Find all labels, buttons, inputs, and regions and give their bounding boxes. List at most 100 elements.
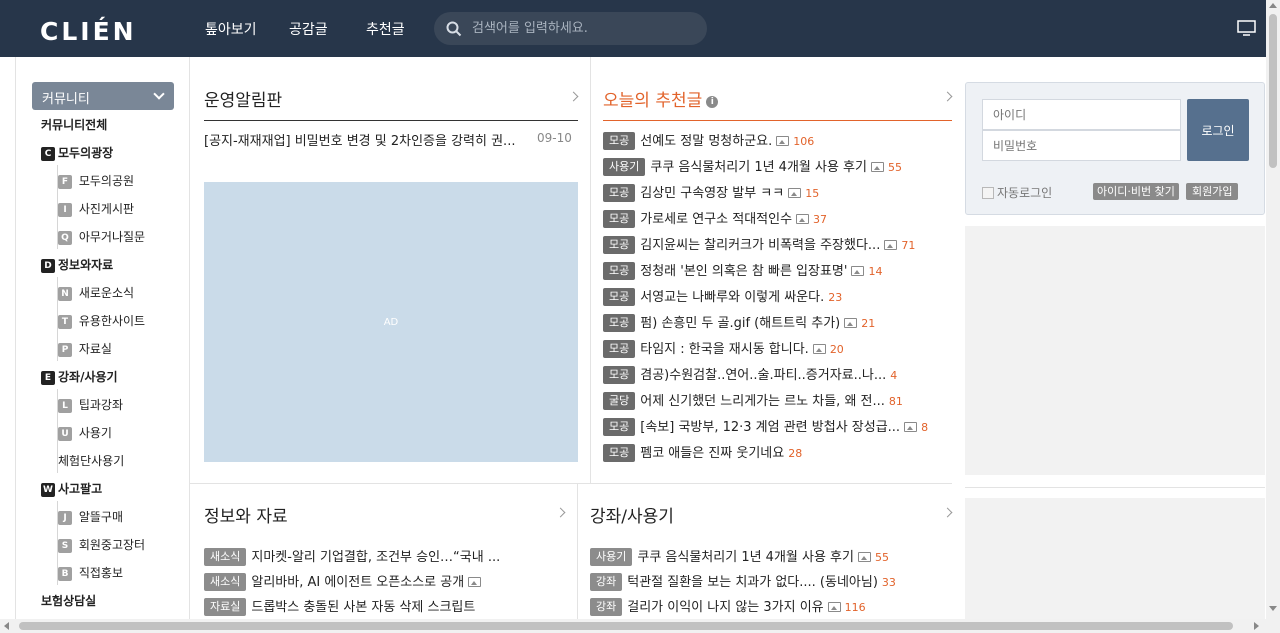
sidebar-item-experience[interactable]: 체험단사용기: [58, 452, 124, 469]
scrollbar-thumb[interactable]: [19, 622, 1233, 630]
auto-login-checkbox[interactable]: 자동로그인: [982, 184, 1052, 201]
sidebar-item-promo[interactable]: B 직접홍보: [58, 564, 123, 581]
category-tag: 모공: [603, 288, 636, 306]
list-item[interactable]: 모공 펨코 애들은 진짜 웃기네요 28: [603, 442, 802, 462]
comment-count: 23: [828, 291, 843, 304]
list-item[interactable]: 모공 김상민 구속영장 발부 ㅋㅋ 15: [603, 182, 819, 202]
sidebar-item-tips[interactable]: L 팁과강좌: [58, 396, 123, 413]
monitor-icon[interactable]: [1237, 20, 1256, 36]
sidebar-heading[interactable]: 커뮤니티: [32, 82, 174, 110]
list-item[interactable]: 강좌 턱관절 질환을 보는 치과가 없다.... (동네아님) 33: [590, 571, 896, 591]
sidebar-item-community-all[interactable]: 커뮤니티전체: [41, 116, 107, 133]
divider: [965, 487, 1265, 488]
list-item[interactable]: 자료실 드롭박스 충돌된 사본 자동 삭제 스크립트: [204, 596, 475, 616]
list-item[interactable]: 사용기 쿠쿠 음식물처리기 1년 4개월 사용 후기 55: [590, 546, 889, 566]
list-item[interactable]: 강좌 걸리가 이익이 나지 않는 3가지 이유 116: [590, 596, 866, 616]
comment-count: 33: [881, 576, 896, 589]
id-input[interactable]: [982, 99, 1181, 130]
post-title: 타임지 : 한국을 재시동 합니다.: [640, 342, 809, 357]
side-placeholder: [965, 226, 1265, 475]
image-icon: [827, 602, 841, 612]
scroll-right-icon[interactable]: [1254, 622, 1259, 630]
signup-button[interactable]: 회원가입: [1186, 183, 1239, 200]
checkbox-icon[interactable]: [982, 187, 994, 199]
search-icon[interactable]: [446, 21, 462, 37]
scroll-down-icon[interactable]: [1269, 606, 1277, 611]
notice-date: 09-10: [537, 131, 572, 145]
comment-count: 55: [874, 551, 889, 564]
review-section-title[interactable]: 강좌/사용기: [590, 502, 674, 527]
scroll-up-icon[interactable]: [1269, 3, 1277, 8]
category-tag: 모공: [603, 418, 636, 436]
list-item[interactable]: 모공 겸공)수원검찰..연어..술.파티..증거자료..나... 4: [603, 364, 897, 384]
list-item[interactable]: 사용기 쿠쿠 음식물처리기 1년 4개월 사용 후기 55: [603, 156, 902, 176]
horizontal-scrollbar[interactable]: [0, 619, 1266, 633]
divider: [190, 483, 952, 484]
nav-empathy[interactable]: 공감글: [289, 19, 328, 39]
category-tag: 모공: [603, 444, 636, 462]
image-icon: [851, 266, 865, 276]
image-icon: [796, 214, 810, 224]
post-title: 가로세로 연구소 적대적인수: [640, 212, 793, 227]
chevron-right-icon[interactable]: [568, 91, 579, 102]
divider: [204, 120, 578, 121]
sidebar: 커뮤니티 커뮤니티전체 C 모두의광장 F 모두의공원 I 사진게시판 Q 아무거…: [15, 57, 190, 619]
password-input[interactable]: [982, 130, 1181, 161]
list-item[interactable]: 모공 선예도 정말 멍청하군요. 106: [603, 130, 814, 150]
sidebar-item-deals[interactable]: J 알뜰구매: [58, 508, 123, 525]
list-item[interactable]: 모공 펌) 손흥민 두 골.gif (해트트릭 추가) 21: [603, 312, 875, 332]
comment-count: 37: [813, 213, 828, 226]
sidebar-item-archive[interactable]: P 자료실: [58, 340, 112, 357]
notice-title[interactable]: 운영알림판: [204, 86, 282, 111]
notice-post[interactable]: [공지-재재재업] 비밀번호 변경 및 2차인증을 강력히 권...: [204, 130, 526, 149]
list-item[interactable]: 새소식 알리바바, AI 에이전트 오픈소스로 공개: [204, 571, 482, 591]
info-icon[interactable]: i: [706, 96, 719, 108]
sidebar-item-info[interactable]: D 정보와자료: [41, 256, 113, 273]
sidebar-item-insurance[interactable]: 보험상담실: [41, 592, 96, 609]
login-button[interactable]: 로그인: [1187, 99, 1249, 161]
comment-count: 8: [921, 421, 929, 434]
site-logo[interactable]: CLIÉN: [40, 17, 137, 46]
sidebar-heading-label: 커뮤니티: [42, 92, 90, 107]
sidebar-item-park[interactable]: F 모두의공원: [58, 172, 134, 189]
sidebar-item-plaza[interactable]: C 모두의광장: [41, 144, 113, 161]
category-tag: 새소식: [204, 548, 247, 566]
chevron-right-icon[interactable]: [555, 507, 566, 518]
nav-recommended[interactable]: 추천글: [366, 19, 405, 39]
sidebar-item-photo[interactable]: I 사진게시판: [58, 200, 134, 217]
image-icon: [776, 136, 790, 146]
sidebar-item-used[interactable]: S 회원중고장터: [58, 536, 145, 553]
sidebar-item-market[interactable]: W 사고팔고: [41, 480, 102, 497]
comment-count: 71: [901, 239, 916, 252]
list-item[interactable]: 모공 정청래 '본인 의혹은 참 빠른 입장표명' 14: [603, 260, 882, 280]
sidebar-item-reviews[interactable]: U 사용기: [58, 424, 112, 441]
list-item[interactable]: 모공 [속보] 국방부, 12·3 계엄 관련 방첩사 장성급... 8: [603, 416, 928, 436]
chevron-right-icon[interactable]: [942, 91, 953, 102]
info-section-title[interactable]: 정보와 자료: [204, 502, 288, 527]
image-icon: [857, 552, 871, 562]
list-item[interactable]: 굴당 어제 신기했던 느리게가는 르노 차들, 왜 전... 81: [603, 390, 903, 410]
category-tag: 모공: [603, 236, 636, 254]
list-item[interactable]: 모공 가로세로 연구소 적대적인수 37: [603, 208, 827, 228]
search-input[interactable]: [472, 18, 697, 39]
sidebar-item-news[interactable]: N 새로운소식: [58, 284, 134, 301]
list-item[interactable]: 새소식 지마켓-알리 기업결합, 조건부 승인…“국내 ...: [204, 546, 500, 566]
category-tag: 모공: [603, 314, 636, 332]
post-title: 지마켓-알리 기업결합, 조건부 승인…“국내 ...: [251, 550, 501, 565]
find-account-button[interactable]: 아이디·비번 찾기: [1093, 183, 1179, 200]
image-icon: [904, 422, 918, 432]
sidebar-item-question[interactable]: Q 아무거나질문: [58, 228, 145, 245]
nav-explore[interactable]: 톺아보기: [205, 19, 257, 39]
category-tag: 사용기: [603, 158, 646, 176]
recommended-title[interactable]: 오늘의 추천글 i: [603, 86, 719, 111]
list-item[interactable]: 모공 서영교는 나빠루와 이렇게 싸운다. 23: [603, 286, 842, 306]
ad-banner[interactable]: AD: [204, 182, 578, 462]
vertical-scrollbar[interactable]: [1266, 0, 1280, 633]
chevron-right-icon[interactable]: [942, 507, 953, 518]
scroll-left-icon[interactable]: [4, 622, 9, 630]
sidebar-item-sites[interactable]: T 유용한사이트: [58, 312, 145, 329]
sidebar-item-lectures[interactable]: E 강좌/사용기: [41, 368, 118, 385]
list-item[interactable]: 모공 김지윤씨는 찰리커크가 비폭력을 주장했다... 71: [603, 234, 915, 254]
scrollbar-thumb[interactable]: [1269, 14, 1277, 168]
list-item[interactable]: 모공 타임지 : 한국을 재시동 합니다. 20: [603, 338, 844, 358]
